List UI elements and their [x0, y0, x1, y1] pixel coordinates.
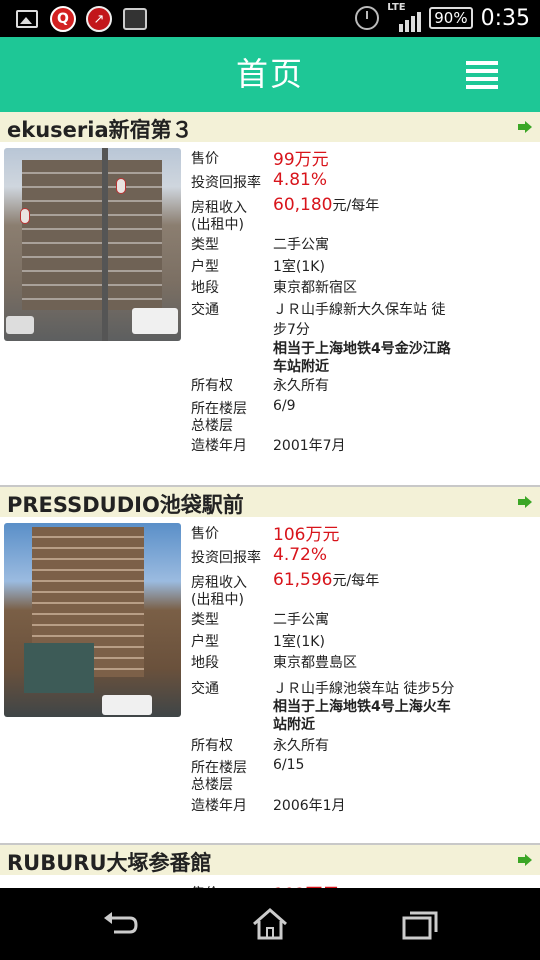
- arrow-right-icon[interactable]: [518, 121, 532, 133]
- ownership-label: 所有权: [191, 378, 233, 394]
- ownership-value: 永久所有: [273, 738, 329, 754]
- area-value: 東京都豊島区: [273, 655, 357, 671]
- signal-icon: LTE: [387, 2, 422, 32]
- built-value: 2001年7月: [273, 438, 346, 454]
- listing-title[interactable]: ekuseria新宿第３: [7, 114, 193, 144]
- back-icon[interactable]: [100, 908, 140, 940]
- roi-value: 4.72%: [273, 545, 328, 565]
- trend-app-icon: ↗: [86, 6, 112, 32]
- property-photo[interactable]: [4, 523, 181, 717]
- rent-value: 61,596: [273, 570, 333, 590]
- rent-status-label: (出租中): [191, 592, 244, 608]
- menu-list-button[interactable]: [466, 61, 498, 89]
- ownership-value: 永久所有: [273, 378, 329, 394]
- transit-value: ＪＲ山手線池袋车站 徒步5分: [273, 681, 455, 697]
- transit-value-cont: 步7分: [273, 322, 310, 338]
- area-label: 地段: [191, 655, 219, 671]
- layout-value: 1室(1K): [273, 634, 325, 650]
- listing-header[interactable]: RUBURU大塚参番館: [0, 845, 540, 875]
- floor-value: 6/9: [273, 398, 296, 414]
- ownership-label: 所有权: [191, 738, 233, 754]
- status-bar: Q ↗ LTE 90% 0:35: [0, 0, 540, 37]
- battery-indicator: 90%: [429, 7, 473, 29]
- layout-value: 1室(1K): [273, 259, 325, 275]
- system-nav-bar: [0, 888, 540, 960]
- type-value: 二手公寓: [273, 237, 329, 253]
- listing-title[interactable]: RUBURU大塚参番館: [7, 847, 212, 877]
- rent-unit: 元/每年: [332, 198, 380, 214]
- gallery-icon: [122, 6, 148, 32]
- total-floor-label: 总楼层: [191, 777, 233, 793]
- type-label: 类型: [191, 612, 219, 628]
- listing-card[interactable]: ekuseria新宿第３ 售价 99万元 投资回报率 4.81% 房租收入 (出…: [0, 112, 540, 487]
- roi-value: 4.81%: [273, 170, 328, 190]
- property-photo[interactable]: [4, 148, 181, 341]
- built-label: 造楼年月: [191, 798, 247, 814]
- transit-label: 交通: [191, 302, 219, 318]
- shanghai-equivalent-cont: 站附近: [273, 717, 315, 733]
- arrow-right-icon[interactable]: [518, 854, 532, 866]
- transit-value: ＪＲ山手線新大久保车站 徒: [273, 302, 446, 318]
- rent-unit: 元/每年: [332, 573, 380, 589]
- floor-value: 6/15: [273, 757, 305, 773]
- total-floor-label: 总楼层: [191, 418, 233, 434]
- arrow-right-icon[interactable]: [518, 496, 532, 508]
- layout-label: 户型: [191, 259, 219, 275]
- listing-title[interactable]: PRESSDUDIO池袋駅前: [7, 489, 244, 519]
- price-label: 售价: [191, 526, 219, 542]
- rent-value-group: 61,596元/每年: [273, 570, 379, 590]
- listing-header[interactable]: ekuseria新宿第３: [0, 112, 540, 142]
- price-value: 106万元: [273, 525, 340, 545]
- listing-feed[interactable]: ekuseria新宿第３ 售价 99万元 投资回报率 4.81% 房租收入 (出…: [0, 112, 540, 888]
- built-value: 2006年1月: [273, 798, 346, 814]
- search-app-icon: Q: [50, 6, 76, 32]
- menu-list-icon: [466, 61, 498, 65]
- price-label: 售价: [191, 151, 219, 167]
- transit-label: 交通: [191, 681, 219, 697]
- image-icon: [14, 6, 40, 32]
- listing-card[interactable]: PRESSDUDIO池袋駅前 售价 106万元 投资回报率 4.72% 房租收入…: [0, 487, 540, 845]
- shanghai-equivalent-cont: 车站附近: [273, 359, 329, 375]
- area-label: 地段: [191, 280, 219, 296]
- shanghai-equivalent: 相当于上海地铁4号金沙江路: [273, 341, 451, 357]
- price-value: 102万元: [273, 880, 339, 888]
- alarm-icon: [355, 6, 380, 30]
- rent-value: 60,180: [273, 195, 333, 215]
- recents-icon[interactable]: [400, 908, 440, 942]
- built-label: 造楼年月: [191, 438, 247, 454]
- shanghai-equivalent: 相当于上海地铁4号上海火车: [273, 699, 451, 715]
- type-label: 类型: [191, 237, 219, 253]
- status-time: 0:35: [480, 5, 530, 31]
- area-value: 東京都新宿区: [273, 280, 357, 296]
- layout-label: 户型: [191, 634, 219, 650]
- roi-label: 投资回报率: [191, 175, 261, 191]
- rent-value-group: 60,180元/每年: [273, 195, 379, 215]
- page-title: 首页: [235, 55, 304, 93]
- price-value: 99万元: [273, 150, 329, 170]
- home-icon[interactable]: [250, 906, 290, 942]
- roi-label: 投资回报率: [191, 550, 261, 566]
- listing-card[interactable]: RUBURU大塚参番館 售价 102万元: [0, 845, 540, 888]
- rent-status-label: (出租中): [191, 217, 244, 233]
- listing-header[interactable]: PRESSDUDIO池袋駅前: [0, 487, 540, 517]
- type-value: 二手公寓: [273, 612, 329, 628]
- app-header: 首页: [0, 37, 540, 112]
